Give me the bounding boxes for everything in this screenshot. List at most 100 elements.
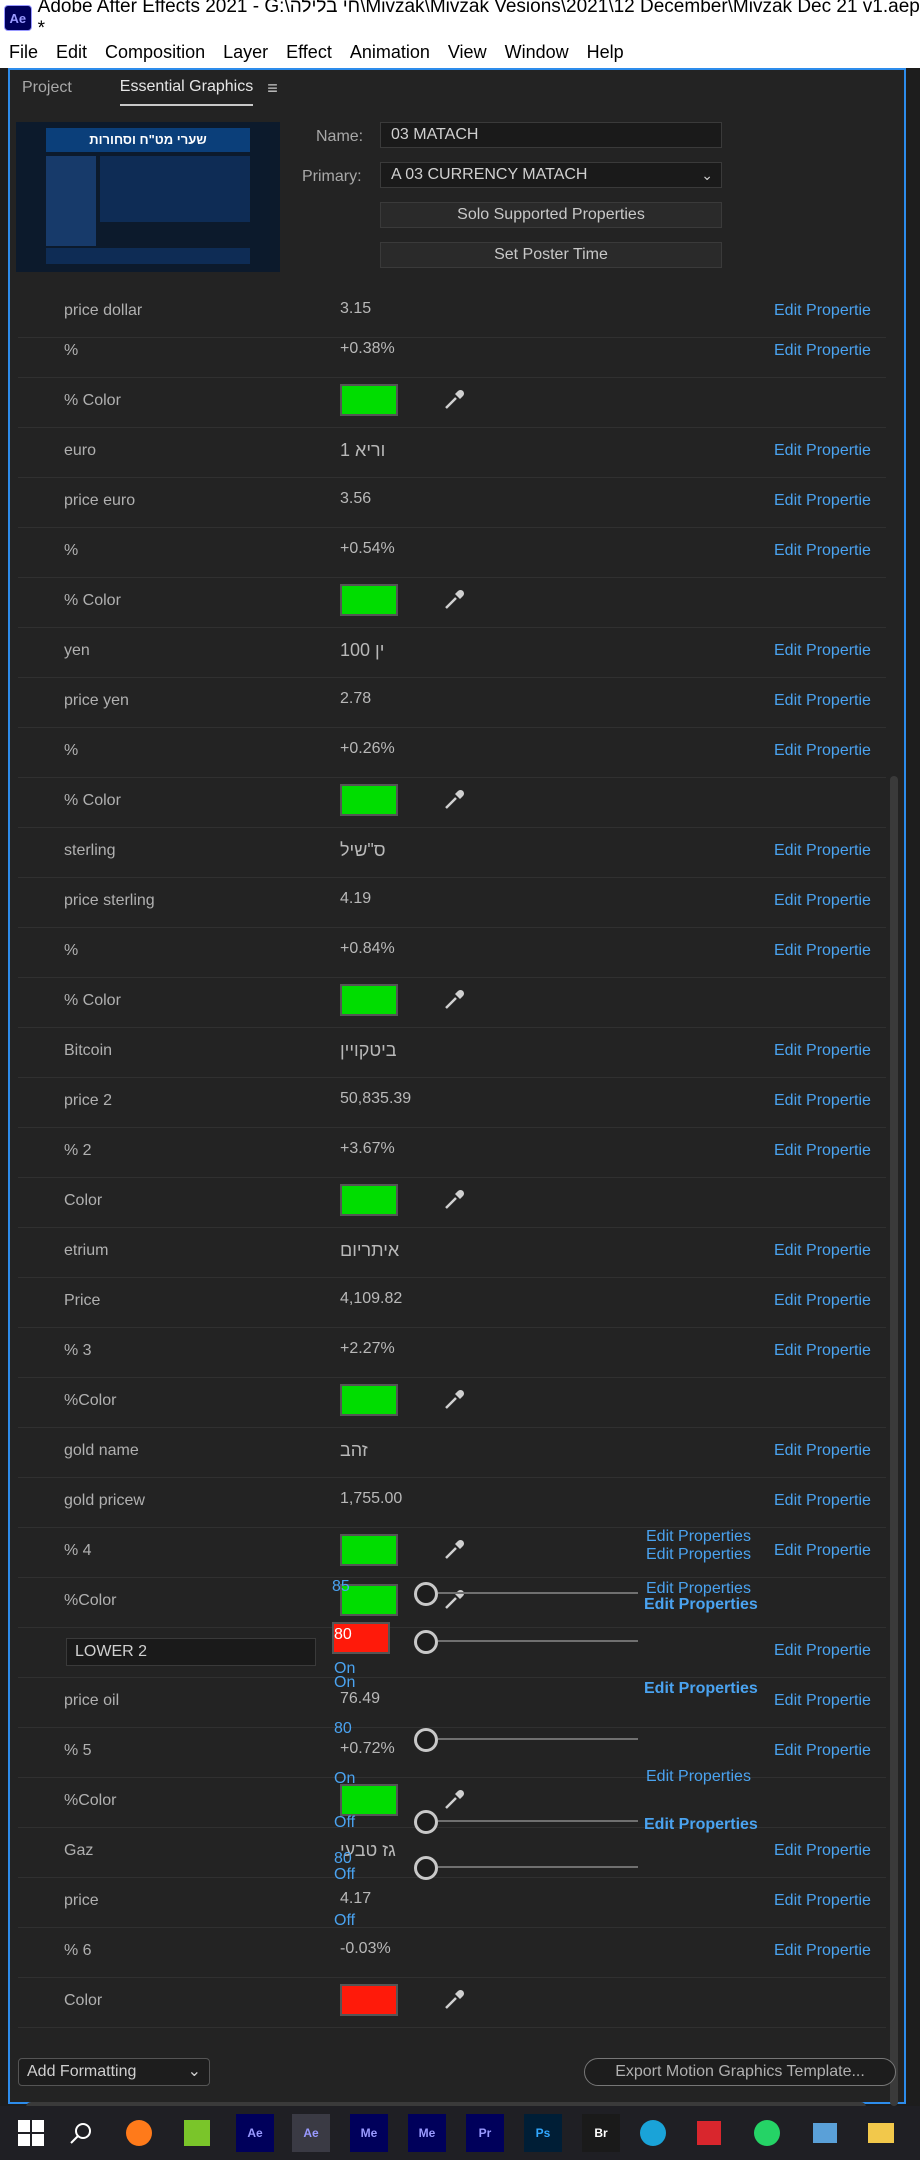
solo-supported-properties-button[interactable]: Solo Supported Properties	[380, 202, 722, 228]
property-value[interactable]: 1,755.00	[340, 1490, 402, 1508]
after-effects-taskbar-icon[interactable]: Ae	[236, 2114, 274, 2152]
property-value[interactable]: +0.54%	[340, 540, 395, 558]
property-value[interactable]: +0.26%	[340, 740, 395, 758]
property-value[interactable]: ס"שיל	[340, 840, 386, 861]
after-effects-active-taskbar-icon[interactable]: Ae	[292, 2114, 330, 2152]
vertical-scrollbar[interactable]	[890, 776, 898, 2106]
edit-properties-link[interactable]: Edit Propertie	[774, 1942, 871, 1960]
ghost-edit-properties[interactable]: Edit Properties	[646, 1546, 751, 1564]
tab-project[interactable]: Project	[22, 70, 72, 106]
color-swatch[interactable]	[340, 1984, 398, 2016]
edit-properties-link[interactable]: Edit Propertie	[774, 1642, 871, 1660]
edit-properties-link[interactable]: Edit Propertie	[774, 692, 871, 710]
eyedropper-icon[interactable]	[442, 388, 466, 412]
property-value[interactable]: +3.67%	[340, 1140, 395, 1158]
slider-track[interactable]	[438, 1640, 638, 1642]
slider-track[interactable]	[438, 1866, 638, 1868]
property-value[interactable]: 2.78	[340, 690, 371, 708]
edit-properties-link[interactable]: Edit Propertie	[774, 342, 871, 360]
color-swatch[interactable]	[340, 784, 398, 816]
menu-file[interactable]: File	[9, 42, 38, 63]
set-poster-time-button[interactable]: Set Poster Time	[380, 242, 722, 268]
menu-effect[interactable]: Effect	[286, 42, 332, 63]
property-value[interactable]: 76.49	[340, 1690, 380, 1708]
edit-properties-link[interactable]: Edit Propertie	[774, 942, 871, 960]
layer-name-input[interactable]: LOWER 2	[66, 1638, 316, 1666]
property-value[interactable]: -0.03%	[340, 1940, 391, 1958]
eyedropper-icon[interactable]	[442, 588, 466, 612]
edit-properties-link[interactable]: Edit Propertie	[774, 742, 871, 760]
window-icon[interactable]	[806, 2114, 844, 2152]
edit-properties-link[interactable]: Edit Propertie	[774, 1742, 871, 1760]
edit-properties-link[interactable]: Edit Propertie	[774, 492, 871, 510]
property-value[interactable]: זהב	[340, 1440, 368, 1461]
ghost-edit-properties[interactable]: Edit Properties	[646, 1768, 751, 1786]
color-swatch[interactable]	[340, 1534, 398, 1566]
ghost-edit-properties[interactable]: Edit Properties	[646, 1528, 751, 1546]
folder-icon[interactable]	[862, 2114, 900, 2152]
edit-properties-link[interactable]: Edit Propertie	[774, 1242, 871, 1260]
export-motion-graphics-template-button[interactable]: Export Motion Graphics Template...	[584, 2058, 896, 2086]
edit-properties-link[interactable]: Edit Propertie	[774, 642, 871, 660]
property-value[interactable]: 1 וריא	[340, 440, 385, 461]
property-value[interactable]: +2.27%	[340, 1340, 395, 1358]
media-encoder-icon[interactable]: Me	[350, 2114, 388, 2152]
whatsapp-icon[interactable]	[748, 2114, 786, 2152]
search-icon[interactable]	[62, 2114, 100, 2152]
photoshop-icon[interactable]: Ps	[524, 2114, 562, 2152]
firefox-icon[interactable]	[120, 2114, 158, 2152]
property-value[interactable]: 3.15	[340, 300, 371, 318]
ghost-edit-properties[interactable]: Edit Properties	[644, 1596, 758, 1614]
property-value[interactable]: 4,109.82	[340, 1290, 402, 1308]
slider-track[interactable]	[438, 1738, 638, 1740]
hamburger-icon[interactable]: ≡	[267, 78, 278, 99]
color-swatch[interactable]	[340, 984, 398, 1016]
property-value[interactable]: 3.56	[340, 490, 371, 508]
premiere-icon[interactable]: Pr	[466, 2114, 504, 2152]
ghost-edit-properties[interactable]: Edit Properties	[644, 1680, 758, 1698]
media-player-icon[interactable]	[178, 2114, 216, 2152]
property-value[interactable]: +0.72%	[340, 1740, 395, 1758]
edit-properties-link[interactable]: Edit Propertie	[774, 1092, 871, 1110]
edit-properties-link[interactable]: Edit Propertie	[774, 442, 871, 460]
eyedropper-icon[interactable]	[442, 988, 466, 1012]
toggle-circle[interactable]	[414, 1856, 438, 1880]
color-swatch[interactable]	[340, 1184, 398, 1216]
edit-properties-link[interactable]: Edit Propertie	[774, 1442, 871, 1460]
windows-start-icon[interactable]	[12, 2114, 50, 2152]
edit-properties-link[interactable]: Edit Propertie	[774, 1892, 871, 1910]
eyedropper-icon[interactable]	[442, 1538, 466, 1562]
edit-properties-link[interactable]: Edit Propertie	[774, 1292, 871, 1310]
menu-view[interactable]: View	[448, 42, 487, 63]
property-value[interactable]: 4.19	[340, 890, 371, 908]
toggle-circle[interactable]	[414, 1582, 438, 1606]
bridge-icon[interactable]: Br	[582, 2114, 620, 2152]
toggle-circle[interactable]	[414, 1728, 438, 1752]
menu-layer[interactable]: Layer	[223, 42, 268, 63]
eyedropper-icon[interactable]	[442, 788, 466, 812]
property-value[interactable]: איתריום	[340, 1240, 399, 1261]
edit-properties-link[interactable]: Edit Propertie	[774, 1042, 871, 1060]
edit-properties-link[interactable]: Edit Propertie	[774, 892, 871, 910]
toggle-circle[interactable]	[414, 1810, 438, 1834]
color-swatch[interactable]	[340, 1784, 398, 1816]
edit-properties-link[interactable]: Edit Propertie	[774, 1542, 871, 1560]
menu-edit[interactable]: Edit	[56, 42, 87, 63]
menu-composition[interactable]: Composition	[105, 42, 205, 63]
ghost-edit-properties[interactable]: Edit Properties	[644, 1816, 758, 1834]
toggle-circle[interactable]	[414, 1630, 438, 1654]
edit-properties-link[interactable]: Edit Propertie	[774, 1842, 871, 1860]
property-value[interactable]: +0.38%	[340, 340, 395, 358]
property-value[interactable]: 50,835.39	[340, 1090, 411, 1108]
property-value[interactable]: 100 ין	[340, 640, 384, 661]
add-formatting-dropdown[interactable]: Add Formatting ⌄	[18, 2058, 210, 2086]
color-swatch[interactable]	[340, 384, 398, 416]
color-swatch[interactable]	[340, 584, 398, 616]
edit-properties-link[interactable]: Edit Propertie	[774, 1692, 871, 1710]
edit-properties-link[interactable]: Edit Propertie	[774, 1342, 871, 1360]
eyedropper-icon[interactable]	[442, 1788, 466, 1812]
tab-essential-graphics[interactable]: Essential Graphics	[119, 70, 254, 106]
eyedropper-icon[interactable]	[442, 1388, 466, 1412]
color-swatch[interactable]	[340, 1384, 398, 1416]
edit-properties-link[interactable]: Edit Propertie	[774, 542, 871, 560]
